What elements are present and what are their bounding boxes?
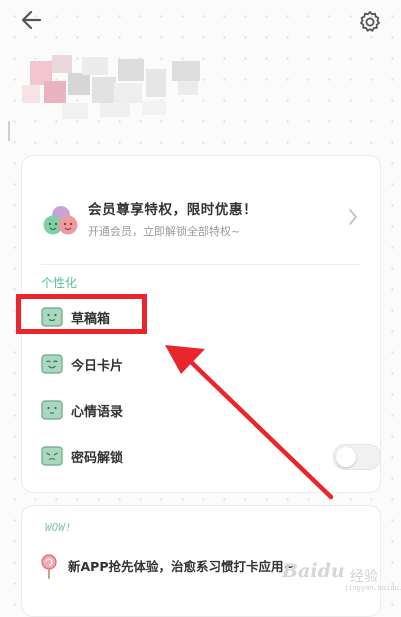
menu-item-label: 今日卡片 [71, 359, 124, 374]
annotation-highlight-box [16, 294, 147, 334]
toggle-knob [336, 447, 356, 467]
menu-item-label: 密码解锁 [71, 451, 124, 466]
gear-icon [360, 11, 380, 32]
wow-tag: WOW! [45, 521, 72, 534]
face-box-icon [41, 446, 63, 466]
vip-title: 会员尊享特权，限时优惠！ [88, 202, 258, 218]
section-label-personalization: 个性化 [41, 276, 78, 290]
smiley-balloons-icon [41, 201, 81, 241]
face-box-icon [41, 400, 63, 420]
vip-banner[interactable]: 会员尊享特权，限时优惠！ 开通会员，立即解锁全部特权~ [22, 176, 380, 256]
profile-name-blurred [22, 55, 232, 125]
arrow-left-icon [21, 10, 42, 30]
watermark-sub: 经验 [350, 569, 378, 585]
menu-item-daily-card[interactable]: 今日卡片 [41, 351, 361, 381]
menu-item-password-lock[interactable]: 密码解锁 [41, 443, 381, 473]
back-button[interactable] [18, 8, 46, 32]
settings-button[interactable] [356, 8, 384, 36]
promo-text: 新APP抢先体验，治愈系习惯打卡应用~ [68, 559, 294, 574]
menu-item-label: 心情语录 [71, 405, 124, 420]
text-cursor [8, 121, 10, 141]
baidu-watermark: Baidu 经验 jingyan.baidu.com [282, 556, 401, 596]
watermark-brand: Baidu [282, 560, 345, 582]
vip-subtitle: 开通会员，立即解锁全部特权~ [88, 225, 241, 238]
watermark-url: jingyan.baidu.com [344, 584, 401, 592]
password-lock-toggle[interactable] [333, 444, 381, 470]
menu-item-mood-quotes[interactable]: 心情语录 [41, 397, 361, 427]
face-box-icon [41, 354, 63, 374]
divider [41, 264, 361, 265]
lollipop-icon [40, 554, 58, 580]
chevron-right-icon [347, 207, 359, 227]
